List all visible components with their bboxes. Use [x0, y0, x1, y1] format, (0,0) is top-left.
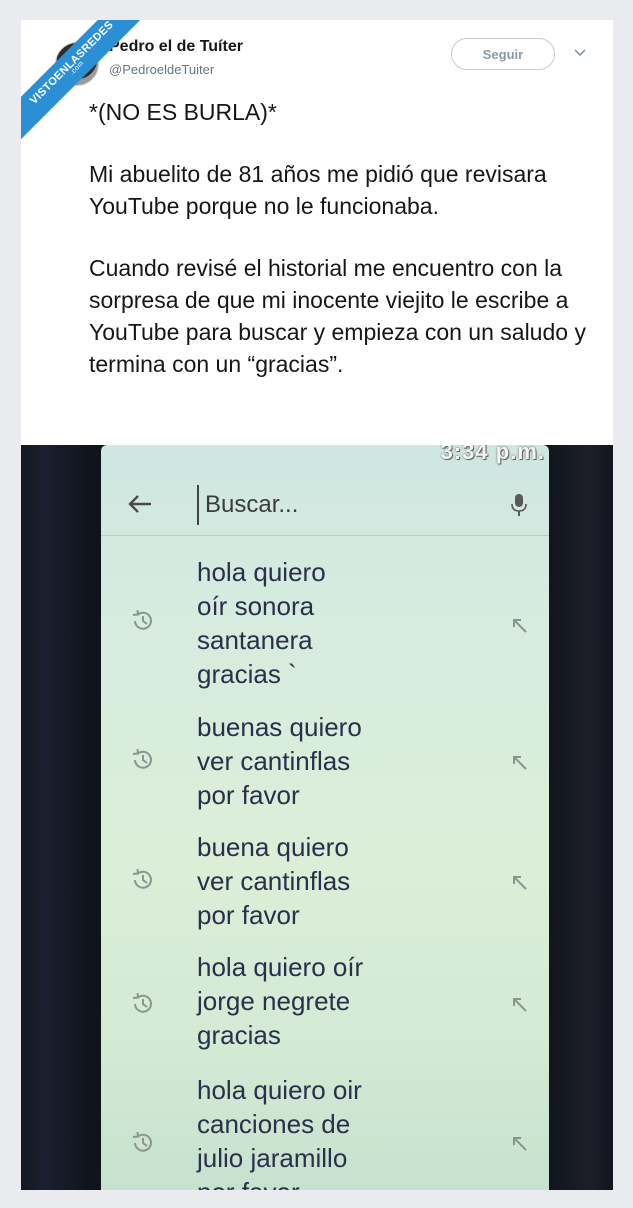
- fill-query-arrow-icon[interactable]: [511, 617, 529, 635]
- history-query: hola quiero oír sonora santanera gracias…: [197, 557, 326, 689]
- history-query: hola quiero oir canciones de julio jaram…: [197, 1075, 362, 1190]
- microphone-icon[interactable]: [511, 493, 527, 517]
- follow-button[interactable]: Seguir: [451, 38, 555, 70]
- history-item[interactable]: hola quiero oír sonora santanera gracias…: [101, 555, 549, 695]
- history-icon: [132, 868, 152, 889]
- watermark-text: VISTOENLASREDES: [27, 20, 116, 107]
- history-icon: [132, 992, 152, 1013]
- history-item[interactable]: hola quiero oir canciones de julio jaram…: [101, 1073, 549, 1190]
- chevron-down-icon[interactable]: [573, 46, 587, 60]
- watermark-subtext: .com: [68, 59, 86, 77]
- watermark-ribbon: VISTOENLASREDES .com: [21, 20, 152, 143]
- history-icon: [132, 609, 152, 630]
- history-item[interactable]: buenas quiero ver cantinflas por favor: [101, 710, 549, 815]
- tweet-paragraph: *(NO ES BURLA)*: [89, 99, 277, 125]
- corner-ribbon: VISTOENLASREDES .com: [21, 20, 161, 160]
- fill-query-arrow-icon[interactable]: [511, 1135, 529, 1153]
- fill-query-arrow-icon[interactable]: [511, 754, 529, 772]
- history-item[interactable]: buena quiero ver cantinflas por favor: [101, 830, 549, 935]
- status-time: 3:34 p.m.: [440, 445, 545, 464]
- fill-query-arrow-icon[interactable]: [511, 996, 529, 1014]
- history-query: buena quiero ver cantinflas por favor: [197, 832, 351, 930]
- history-icon: [132, 1131, 152, 1152]
- back-arrow-icon[interactable]: [127, 493, 153, 515]
- search-input[interactable]: [197, 485, 487, 525]
- attached-photo[interactable]: 3:34 p.m. hola quiero: [21, 445, 613, 1190]
- history-icon: [132, 748, 152, 769]
- history-query: buenas quiero ver cantinflas por favor: [197, 712, 362, 810]
- history-query: hola quiero oír jorge negrete gracias: [197, 952, 364, 1050]
- history-item[interactable]: hola quiero oír jorge negrete gracias: [101, 950, 549, 1055]
- phone-screen: 3:34 p.m. hola quiero: [101, 445, 549, 1190]
- tweet-card: VISTOENLASREDES .com Pedro el de Tuíter …: [21, 20, 613, 1190]
- fill-query-arrow-icon[interactable]: [511, 874, 529, 892]
- tweet-text: *(NO ES BURLA)* Mi abuelito de 81 años m…: [89, 96, 604, 410]
- search-bar: [101, 475, 549, 536]
- tweet-paragraph: Cuando revisé el historial me encuentro …: [89, 255, 586, 377]
- tweet-paragraph: Mi abuelito de 81 años me pidió que revi…: [89, 161, 547, 219]
